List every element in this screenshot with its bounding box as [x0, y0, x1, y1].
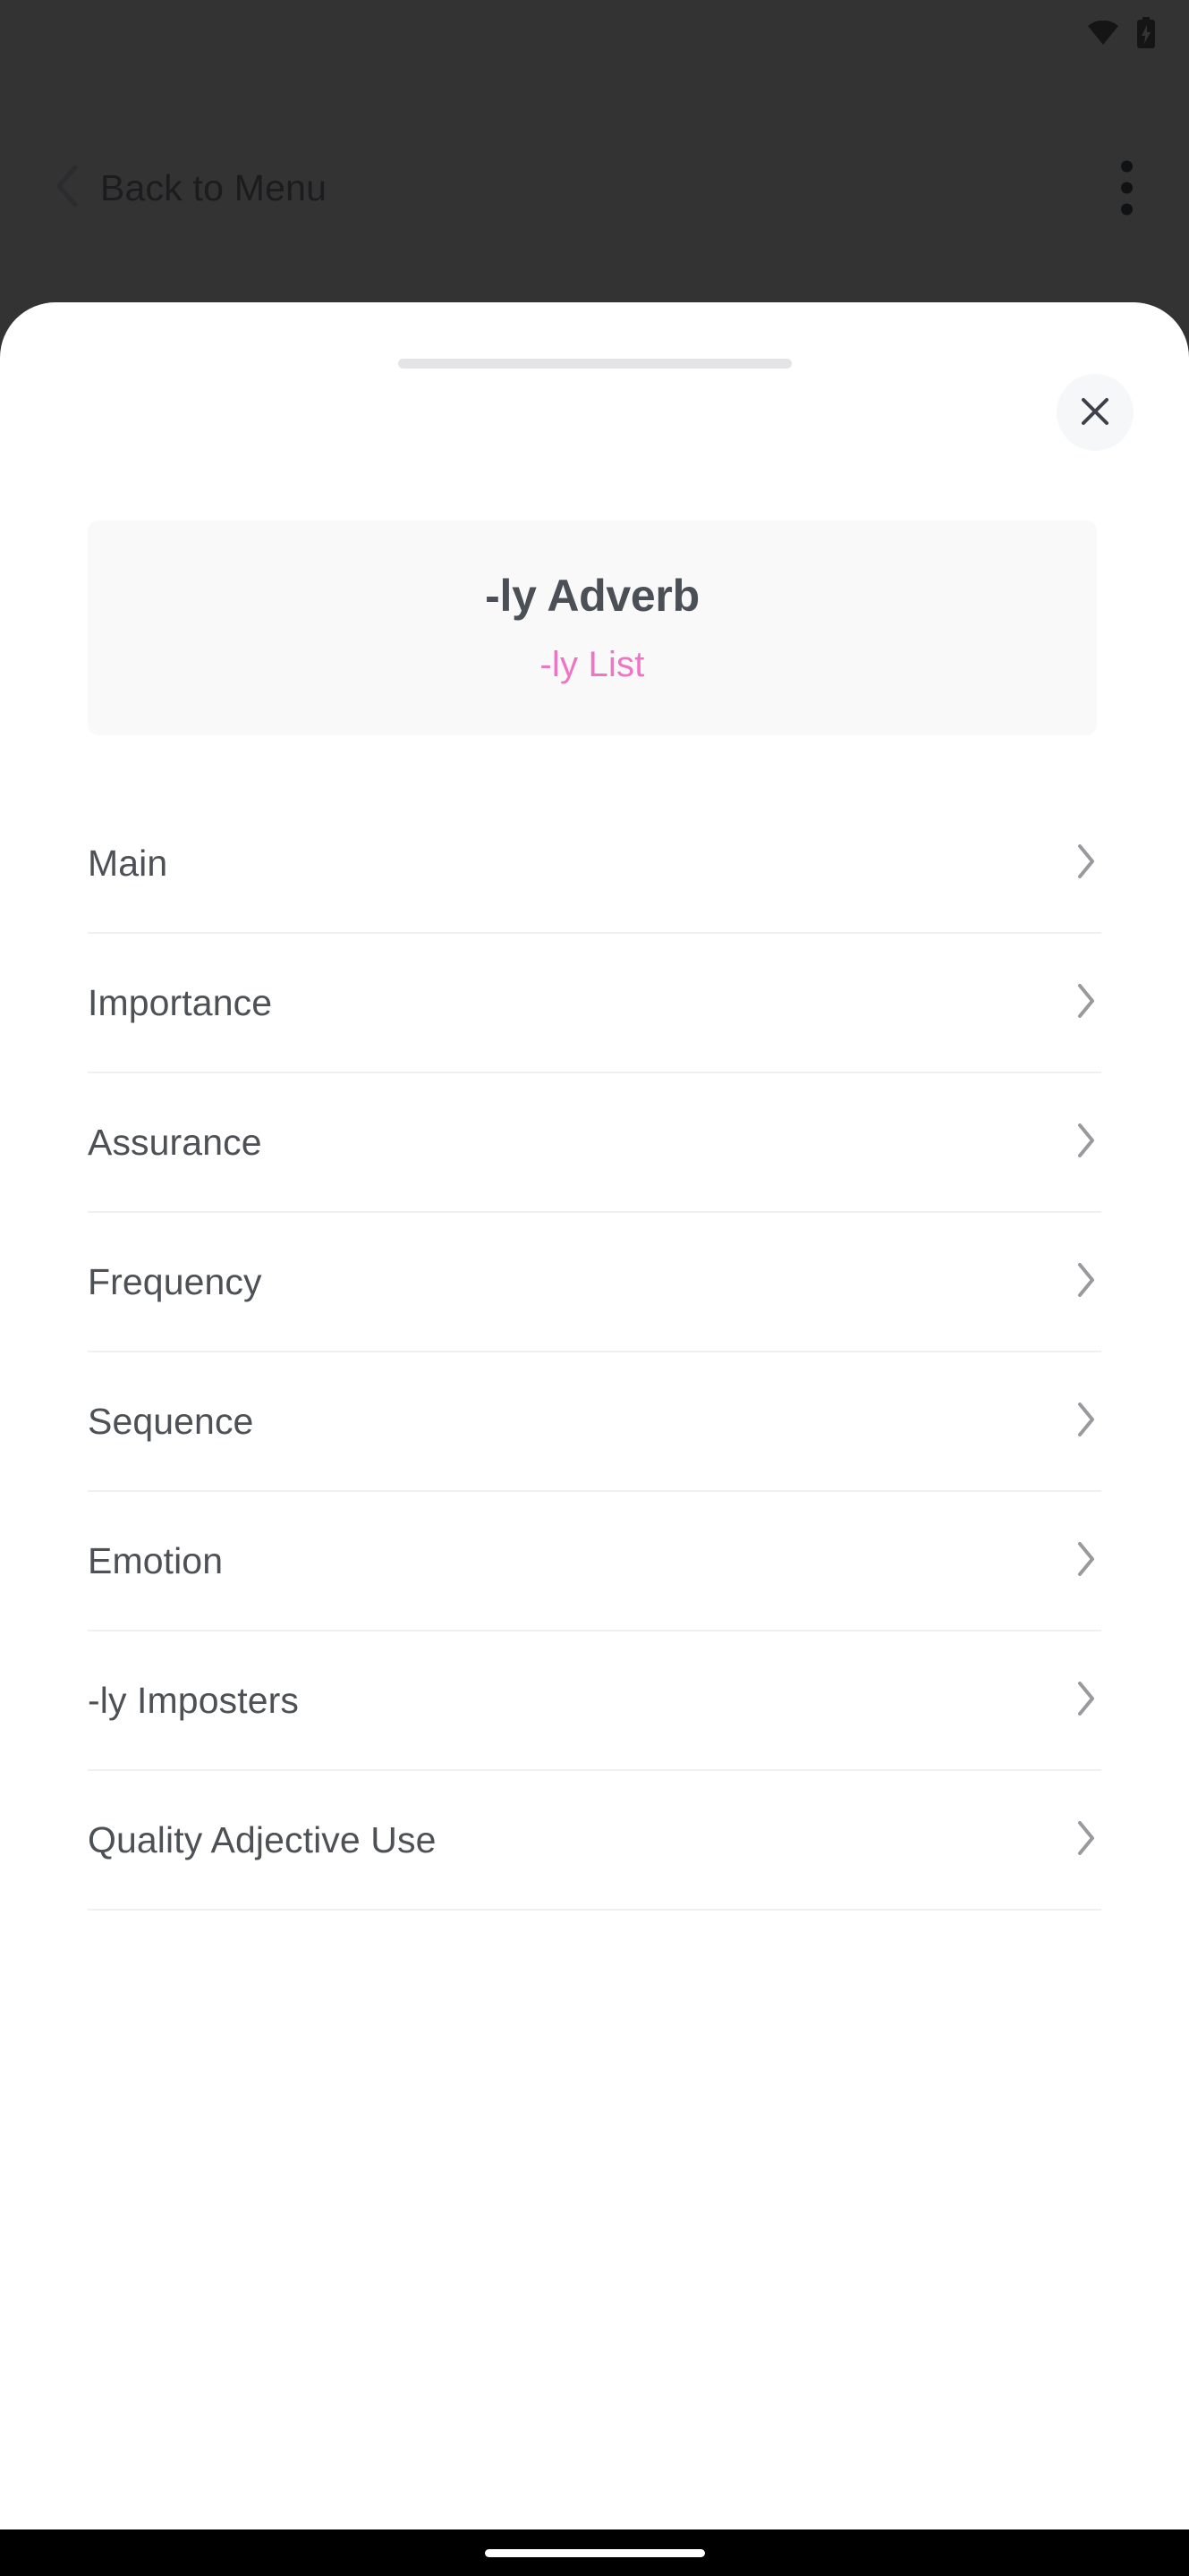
category-list: Main Importance Assurance Frequency Sequ…: [0, 794, 1189, 1911]
list-item-label: Importance: [88, 981, 273, 1023]
system-navigation-bar: [0, 2529, 1189, 2576]
list-item-label: Main: [88, 842, 168, 884]
more-vertical-icon[interactable]: [1121, 160, 1133, 216]
chevron-right-icon: [1074, 1680, 1098, 1722]
app-bar: Back to Menu: [0, 134, 1189, 242]
chevron-right-icon: [1074, 1540, 1098, 1582]
drag-handle[interactable]: [397, 359, 792, 369]
list-item[interactable]: Importance: [88, 934, 1101, 1073]
list-item[interactable]: Emotion: [88, 1492, 1101, 1631]
app-screen: Back to Menu -ly Adverb -ly List Main Im…: [0, 0, 1189, 2576]
home-indicator[interactable]: [484, 2548, 705, 2557]
back-to-menu-label: Back to Menu: [100, 166, 327, 208]
back-to-menu-button[interactable]: Back to Menu: [54, 164, 327, 213]
list-item-label: -ly Imposters: [88, 1679, 299, 1721]
chevron-left-icon: [54, 164, 81, 213]
battery-charging-icon: [1135, 16, 1157, 54]
sheet-header-card: -ly Adverb -ly List: [88, 521, 1097, 735]
chevron-right-icon: [1074, 1122, 1098, 1164]
sheet-title: -ly Adverb: [485, 571, 700, 621]
list-item[interactable]: Frequency: [88, 1213, 1101, 1352]
status-bar: [0, 0, 1189, 70]
list-item[interactable]: Main: [88, 794, 1101, 934]
list-item[interactable]: Quality Adjective Use: [88, 1771, 1101, 1911]
list-item[interactable]: Assurance: [88, 1073, 1101, 1213]
list-item-label: Frequency: [88, 1260, 262, 1302]
wifi-icon: [1087, 20, 1119, 50]
close-button[interactable]: [1057, 374, 1134, 451]
chevron-right-icon: [1074, 1819, 1098, 1861]
chevron-right-icon: [1074, 1401, 1098, 1443]
close-icon: [1079, 395, 1111, 430]
list-item-label: Emotion: [88, 1539, 224, 1581]
bottom-sheet: -ly Adverb -ly List Main Importance Assu…: [0, 302, 1189, 2529]
list-item-label: Sequence: [88, 1400, 254, 1442]
list-item[interactable]: Sequence: [88, 1352, 1101, 1492]
chevron-right-icon: [1074, 843, 1098, 885]
chevron-right-icon: [1074, 1261, 1098, 1303]
list-item[interactable]: -ly Imposters: [88, 1631, 1101, 1771]
list-item-label: Quality Adjective Use: [88, 1818, 437, 1860]
sheet-subtitle: -ly List: [539, 645, 645, 684]
list-item-label: Assurance: [88, 1121, 262, 1163]
chevron-right-icon: [1074, 982, 1098, 1024]
